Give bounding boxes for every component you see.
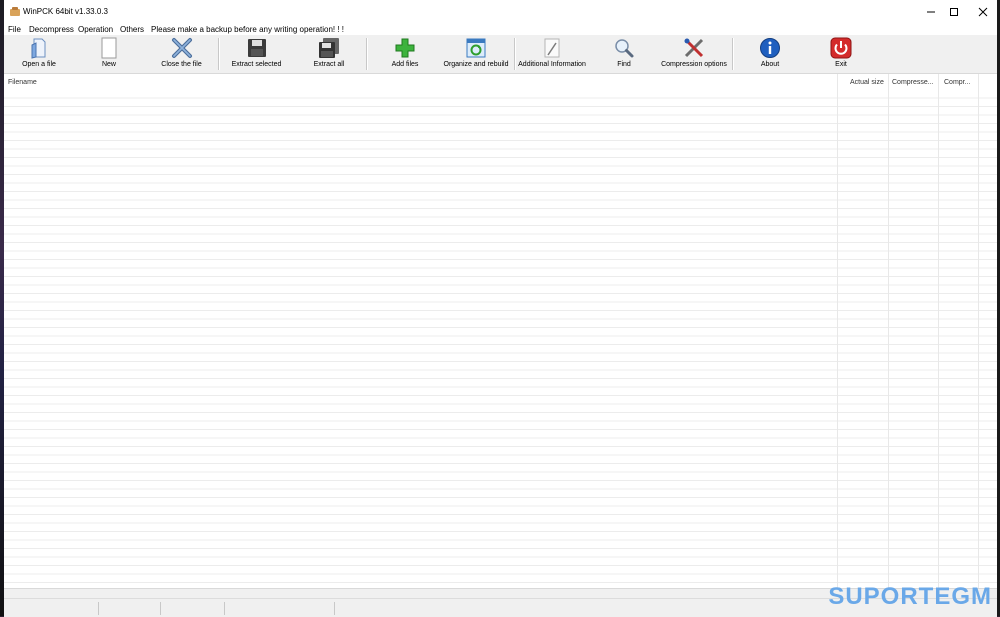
column-actual-size[interactable]: Actual size xyxy=(850,79,884,86)
toolbar: Open a file New Close the file Extract s… xyxy=(4,35,997,74)
status-divider xyxy=(334,602,335,615)
about-button[interactable]: About xyxy=(755,36,785,71)
app-window: WinPCK 64bit v1.33.0.3 File Decompress O… xyxy=(4,0,997,617)
plus-icon xyxy=(395,38,415,58)
compression-options-button[interactable]: Compression options xyxy=(660,36,728,71)
exit-label: Exit xyxy=(835,61,847,68)
winpck-app-icon xyxy=(10,7,20,16)
magnifier-icon xyxy=(615,39,634,58)
toolbar-separator xyxy=(218,38,220,70)
extract-selected-label: Extract selected xyxy=(231,61,282,68)
menu-file[interactable]: File xyxy=(8,24,21,35)
extract-all-label: Extract all xyxy=(313,61,345,68)
about-label: About xyxy=(760,61,780,68)
additional-info-button[interactable]: Additional Information xyxy=(518,36,586,71)
open-file-icon xyxy=(31,38,46,59)
multi-floppy-icon xyxy=(319,38,339,58)
menu-backup-warning[interactable]: Please make a backup before any writing … xyxy=(151,24,344,35)
find-button[interactable]: Find xyxy=(609,36,639,71)
extract-selected-button[interactable]: Extract selected xyxy=(229,36,284,71)
column-divider xyxy=(888,74,889,588)
new-button[interactable]: New xyxy=(89,36,129,71)
column-compression-ratio[interactable]: Compr... xyxy=(944,79,970,86)
exit-button[interactable]: Exit xyxy=(826,36,856,71)
organize-rebuild-label: Organize and rebuild xyxy=(443,61,509,68)
status-divider xyxy=(160,602,161,615)
new-file-icon xyxy=(101,37,117,59)
column-divider xyxy=(837,74,838,588)
tools-icon xyxy=(684,38,704,58)
new-label: New xyxy=(101,61,116,68)
toolbar-separator xyxy=(366,38,368,70)
window-title: WinPCK 64bit v1.33.0.3 xyxy=(23,7,108,16)
title-bar: WinPCK 64bit v1.33.0.3 xyxy=(4,0,997,24)
status-divider xyxy=(224,602,225,615)
menu-bar: File Decompress Operation Others Please … xyxy=(4,24,997,35)
status-divider xyxy=(98,602,99,615)
open-file-label: Open a file xyxy=(22,61,56,68)
toolbar-separator xyxy=(514,38,516,70)
info-icon xyxy=(760,38,780,58)
column-compressed-size[interactable]: Compresse... xyxy=(892,79,934,86)
toolbar-separator xyxy=(732,38,734,70)
minimize-icon xyxy=(927,11,935,13)
column-divider xyxy=(938,74,939,588)
close-window-button[interactable] xyxy=(973,4,993,20)
column-divider xyxy=(978,74,979,588)
minimize-button[interactable] xyxy=(921,4,941,20)
add-files-label: Add files xyxy=(391,61,419,68)
column-filename[interactable]: Filename xyxy=(8,79,37,86)
watermark-logo: SUPORTEGM xyxy=(828,583,992,610)
menu-operation[interactable]: Operation xyxy=(78,24,113,35)
additional-info-label: Additional Information xyxy=(518,61,586,68)
file-list[interactable]: Filename Actual size Compresse... Compr.… xyxy=(4,74,997,588)
close-file-label: Close the file xyxy=(161,61,202,68)
menu-decompress[interactable]: Decompress xyxy=(29,24,74,35)
file-list-header: Filename Actual size Compresse... Compr.… xyxy=(4,74,997,90)
compression-options-label: Compression options xyxy=(661,61,727,68)
organize-rebuild-button[interactable]: Organize and rebuild xyxy=(442,36,510,71)
maximize-icon xyxy=(950,8,958,16)
add-files-button[interactable]: Add files xyxy=(384,36,426,71)
close-file-icon xyxy=(171,38,192,58)
rebuild-icon xyxy=(466,38,486,58)
find-label: Find xyxy=(617,61,631,68)
close-icon xyxy=(978,7,988,17)
pen-icon xyxy=(544,38,560,58)
floppy-disk-icon xyxy=(247,39,266,57)
menu-others[interactable]: Others xyxy=(120,24,144,35)
maximize-button[interactable] xyxy=(944,4,964,20)
extract-all-button[interactable]: Extract all xyxy=(304,36,354,71)
power-icon xyxy=(830,37,852,59)
open-file-button[interactable]: Open a file xyxy=(14,36,64,71)
close-file-button[interactable]: Close the file xyxy=(154,36,209,71)
